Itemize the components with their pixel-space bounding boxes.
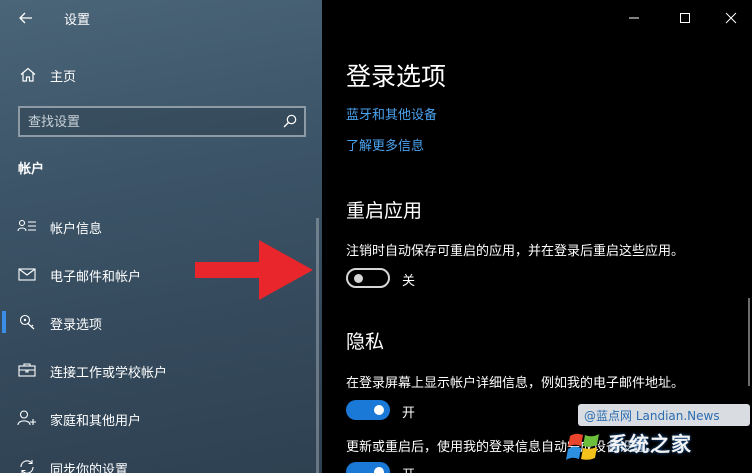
- search-box[interactable]: [18, 106, 306, 137]
- maximize-icon: [680, 13, 690, 23]
- account-info-icon: [17, 219, 36, 232]
- close-icon: [725, 12, 737, 24]
- key-icon: [19, 314, 35, 330]
- search-icon[interactable]: [282, 113, 298, 129]
- sync-icon: [20, 460, 34, 473]
- main-scrollbar[interactable]: [748, 298, 750, 386]
- xitongzhijia-watermark: 系统之家: [564, 426, 752, 473]
- show-account-details-toggle[interactable]: [346, 400, 390, 420]
- auto-finish-setup-toggle-label: 开: [402, 464, 415, 473]
- restart-apps-heading: 重启应用: [346, 200, 423, 222]
- sidebar-item-sign-in-options[interactable]: 登录选项: [0, 305, 322, 339]
- learn-more-link[interactable]: 了解更多信息: [346, 135, 424, 154]
- red-arrow-icon: [195, 240, 313, 300]
- home-icon: [20, 67, 36, 82]
- home-nav-item[interactable]: 主页: [0, 60, 322, 90]
- restart-apps-description: 注销时自动保存可重启的应用，并在登录后重启这些应用。: [346, 244, 685, 259]
- main-panel: 登录选项 蓝牙和其他设备 了解更多信息 重启应用 注销时自动保存可重启的应用，并…: [322, 0, 752, 473]
- back-button[interactable]: [14, 6, 38, 30]
- minimize-button[interactable]: [622, 8, 646, 28]
- maximize-button[interactable]: [673, 8, 697, 28]
- sidebar-item-label: 登录选项: [50, 318, 103, 333]
- sidebar-item-label: 电子邮件和帐户: [50, 270, 142, 285]
- restart-apps-toggle-label: 关: [402, 274, 416, 289]
- mail-icon: [18, 268, 36, 281]
- toggle-knob: [374, 467, 384, 473]
- add-user-icon: [17, 410, 36, 426]
- auto-finish-setup-toggle[interactable]: [346, 462, 390, 473]
- show-account-details-toggle-label: 开: [402, 406, 416, 421]
- minimize-icon: [629, 17, 639, 19]
- sidebar-item-label: 连接工作或学校帐户: [50, 366, 168, 381]
- privacy-setting1-description: 在登录屏幕上显示帐户详细信息，例如我的电子邮件地址。: [346, 376, 685, 391]
- search-input[interactable]: [28, 112, 278, 132]
- section-title: 帐户: [18, 162, 45, 177]
- bluetooth-devices-link[interactable]: 蓝牙和其他设备: [346, 104, 437, 123]
- watermark-text: 系统之家: [608, 432, 692, 456]
- home-label: 主页: [50, 70, 77, 85]
- landian-watermark: @蓝点网 Landian.News: [578, 404, 750, 426]
- sidebar: 设置 主页 帐户 帐户信息 电子邮件和帐户: [0, 0, 322, 473]
- toggle-knob: [354, 274, 363, 283]
- app-title: 设置: [64, 13, 91, 28]
- sidebar-item-work-school[interactable]: 连接工作或学校帐户: [0, 353, 322, 387]
- sidebar-item-label: 同步你的设置: [50, 463, 129, 473]
- windows-logo-icon: [566, 433, 599, 460]
- toggle-knob: [374, 405, 384, 415]
- sidebar-item-sync[interactable]: 同步你的设置: [0, 450, 322, 473]
- sidebar-item-family-users[interactable]: 家庭和其他用户: [0, 401, 322, 435]
- sidebar-item-account-info[interactable]: 帐户信息: [0, 209, 322, 243]
- selection-indicator: [2, 311, 6, 333]
- restart-apps-toggle[interactable]: [346, 268, 390, 288]
- title-bar: 设置: [0, 0, 322, 36]
- close-button[interactable]: [719, 8, 743, 28]
- sidebar-scrollbar[interactable]: [316, 218, 319, 473]
- sidebar-item-label: 帐户信息: [50, 222, 103, 237]
- briefcase-icon: [18, 363, 36, 377]
- back-arrow-icon: [19, 12, 32, 24]
- sidebar-item-label: 家庭和其他用户: [50, 414, 142, 429]
- page-title: 登录选项: [346, 62, 447, 91]
- privacy-heading: 隐私: [346, 331, 385, 353]
